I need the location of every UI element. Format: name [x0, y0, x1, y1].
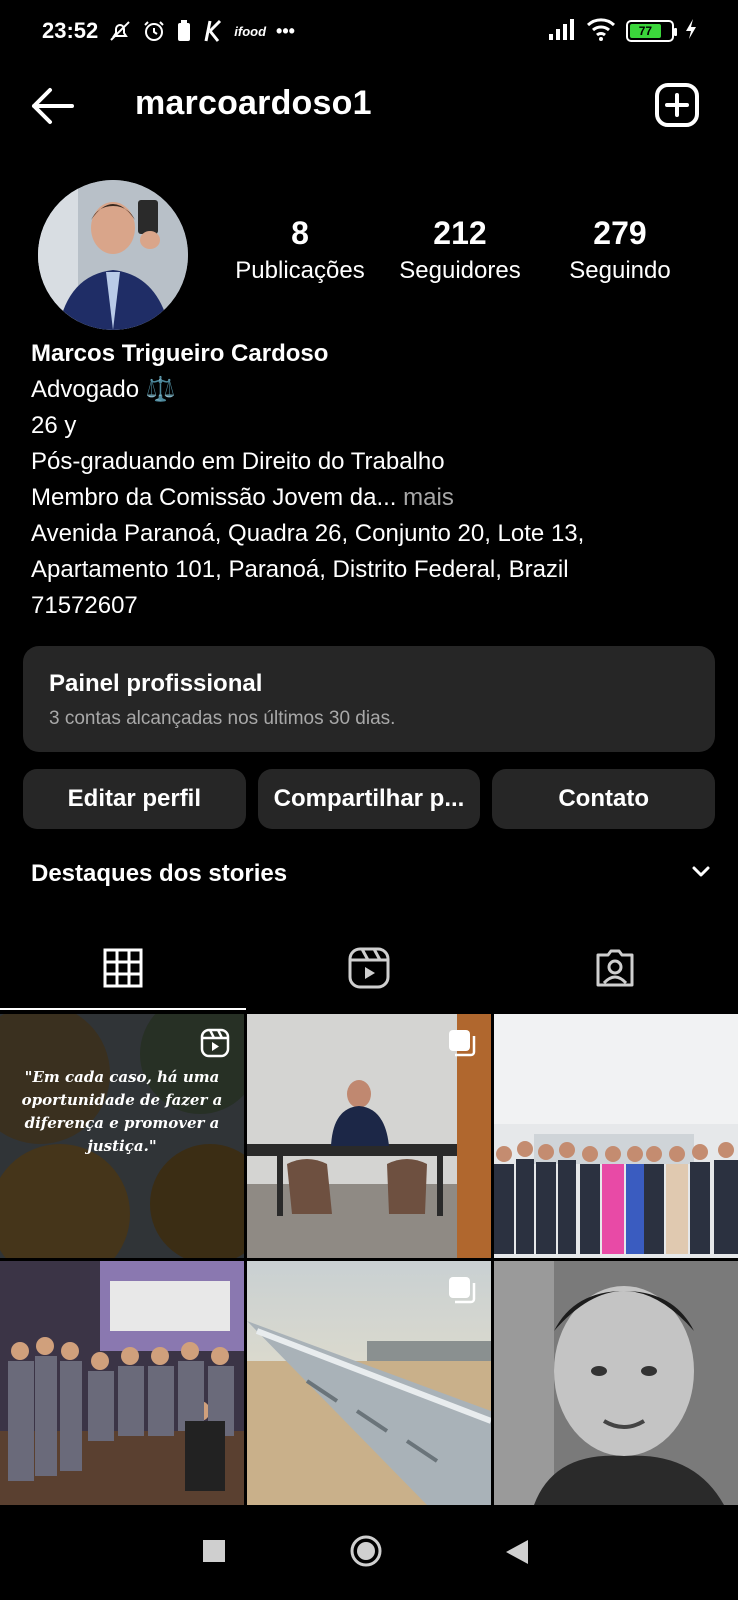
- carousel-badge-icon: [447, 1275, 477, 1305]
- share-profile-button[interactable]: Compartilhar p...: [257, 769, 481, 829]
- postal-code[interactable]: 71572607: [31, 588, 711, 624]
- story-highlights-header[interactable]: Destaques dos stories: [31, 860, 711, 888]
- stat-label: Seguindo: [569, 257, 671, 285]
- alarm-icon: [142, 19, 166, 43]
- bio-line: 26 y: [31, 412, 77, 439]
- bio-line: Pós-graduando em Direito do Trabalho: [31, 448, 445, 475]
- tab-tagged[interactable]: [492, 930, 738, 1010]
- profile-stats: 8 Publicações 212 Seguidores 279 Seguind…: [220, 215, 700, 285]
- edit-profile-button[interactable]: Editar perfil: [23, 769, 246, 829]
- carousel-badge-icon: [447, 1028, 477, 1058]
- profile-action-buttons: Editar perfil Compartilhar p... Contato: [23, 769, 716, 829]
- grid-icon: [103, 948, 143, 993]
- stat-following[interactable]: 279 Seguindo: [540, 215, 700, 285]
- charging-icon: [684, 18, 698, 45]
- profile-username: marcoardoso1: [135, 84, 372, 122]
- stat-value: 8: [291, 215, 309, 251]
- chevron-down-icon[interactable]: [691, 865, 711, 884]
- post-thumbnail[interactable]: [247, 1014, 491, 1258]
- profile-header: marcoardoso1: [0, 72, 738, 138]
- post-thumbnail[interactable]: [494, 1261, 738, 1505]
- bio-line: Membro da Comissão Jovem da...: [31, 484, 397, 511]
- bio-line: Advogado ⚖️: [31, 376, 176, 403]
- address-line[interactable]: Apartamento 101, Paranoá, Distrito Feder…: [31, 552, 711, 588]
- post-thumbnail[interactable]: [247, 1261, 491, 1505]
- status-left: 23:52 ifood •••: [42, 18, 295, 44]
- tagged-person-icon: [594, 947, 636, 994]
- battery-saver-icon: [176, 19, 192, 43]
- stat-label: Publicações: [235, 257, 365, 285]
- tab-posts-grid[interactable]: [0, 930, 246, 1010]
- profile-avatar[interactable]: [38, 180, 188, 330]
- reels-icon: [348, 947, 390, 994]
- profile-tabs: [0, 930, 738, 1010]
- dashboard-title: Painel profissional: [49, 670, 263, 697]
- post-thumbnail[interactable]: [494, 1014, 738, 1258]
- new-post-icon[interactable]: [654, 82, 700, 128]
- profile-full-name: Marcos Trigueiro Cardoso: [31, 340, 329, 367]
- back-arrow-icon[interactable]: [30, 86, 74, 126]
- post-thumbnail[interactable]: "Em cada caso, há uma oportunidade de fa…: [0, 1014, 244, 1258]
- contact-button[interactable]: Contato: [492, 769, 716, 829]
- post-thumbnail[interactable]: [0, 1261, 244, 1505]
- highlights-title: Destaques dos stories: [31, 860, 288, 887]
- post-quote-text: "Em cada caso, há uma oportunidade de fa…: [21, 1068, 223, 1155]
- stat-label: Seguidores: [399, 257, 521, 285]
- profile-bio: Marcos Trigueiro Cardoso Advogado ⚖️ 26 …: [31, 336, 711, 624]
- reel-badge-icon: [200, 1028, 230, 1058]
- bio-line-truncated: Membro da Comissão Jovem da... mais: [31, 480, 711, 516]
- more-notifications: •••: [276, 20, 295, 41]
- stat-posts[interactable]: 8 Publicações: [220, 215, 380, 285]
- dashboard-subtitle: 3 contas alcançadas nos últimos 30 dias.: [49, 708, 396, 729]
- professional-dashboard[interactable]: Painel profissional 3 contas alcançadas …: [23, 646, 715, 752]
- battery-icon: 77: [626, 20, 677, 42]
- stat-value: 212: [433, 215, 487, 251]
- wifi-icon: [586, 17, 616, 46]
- ifood-notification: ifood: [234, 23, 267, 39]
- tab-reels[interactable]: [246, 930, 492, 1010]
- status-right: 77: [548, 17, 698, 46]
- status-time: 23:52: [42, 18, 99, 43]
- battery-level: 77: [630, 24, 661, 38]
- app-k-icon: [202, 19, 224, 43]
- stat-followers[interactable]: 212 Seguidores: [380, 215, 540, 285]
- recents-icon[interactable]: [203, 1540, 225, 1567]
- home-icon[interactable]: [349, 1534, 383, 1573]
- bio-more-link[interactable]: mais: [396, 484, 454, 511]
- mute-icon: [108, 19, 132, 43]
- stat-value: 279: [593, 215, 647, 251]
- system-navigation-bar: [0, 1512, 738, 1600]
- signal-icon: [548, 18, 576, 45]
- back-nav-icon[interactable]: [506, 1540, 528, 1569]
- posts-grid: "Em cada caso, há uma oportunidade de fa…: [0, 1014, 738, 1505]
- address-line[interactable]: Avenida Paranoá, Quadra 26, Conjunto 20,…: [31, 516, 711, 552]
- status-bar: 23:52 ifood ••• 77: [0, 0, 738, 62]
